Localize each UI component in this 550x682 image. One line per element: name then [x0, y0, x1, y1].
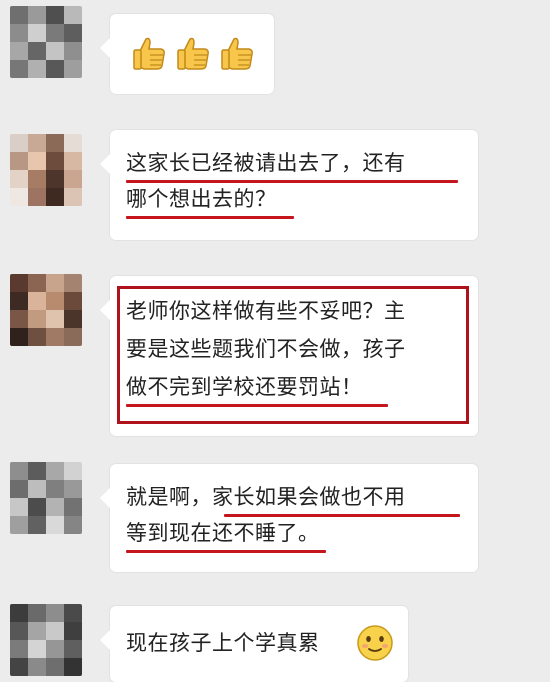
message-line: 哪个想出去的？ [126, 187, 277, 211]
message-bubble[interactable]: 就是啊，家长如果会做也不用 等到现在还不睡了。 [100, 464, 478, 572]
message-row: 这家长已经被请出去了，还有 哪个想出去的？ [0, 110, 550, 260]
thumbs-up-icon [133, 37, 165, 70]
thumbs-up-icon [177, 37, 209, 70]
message-bubble[interactable] [100, 14, 274, 94]
message-line: 这家长已经被请出去了，还有 [126, 151, 406, 175]
avatar[interactable] [10, 604, 82, 676]
message-line: 要是这些题我们不会做，孩子 [126, 337, 406, 361]
red-underline [126, 550, 326, 553]
message-bubble[interactable]: 这家长已经被请出去了，还有 哪个想出去的？ [100, 130, 478, 240]
message-bubble[interactable]: 现在孩子上个学真累 [100, 606, 408, 682]
smiling-face-icon [357, 625, 393, 661]
red-underline [126, 404, 388, 407]
message-row: 老师你这样做有些不妥吧？主 要是这些题我们不会做，孩子 做不完到学校还要罚站！ [0, 260, 550, 450]
message-line: 做不完到学校还要罚站！ [126, 375, 363, 399]
avatar[interactable] [10, 6, 82, 78]
avatar[interactable] [10, 462, 82, 534]
avatar[interactable] [10, 134, 82, 206]
thumbs-up-icon [221, 37, 253, 70]
message-row: 现在孩子上个学真累 [0, 590, 550, 682]
message-line: 等到现在还不睡了。 [126, 521, 320, 545]
message-row: 就是啊，家长如果会做也不用 等到现在还不睡了。 [0, 450, 550, 590]
avatar[interactable] [10, 274, 82, 346]
message-bubble[interactable]: 老师你这样做有些不妥吧？主 要是这些题我们不会做，孩子 做不完到学校还要罚站！ [100, 276, 478, 436]
message-line: 老师你这样做有些不妥吧？主 [126, 299, 406, 323]
message-line: 现在孩子上个学真累 [126, 631, 320, 655]
message-line: 就是啊，家长如果会做也不用 [126, 485, 406, 509]
message-row [0, 0, 550, 110]
red-underline [126, 216, 294, 219]
